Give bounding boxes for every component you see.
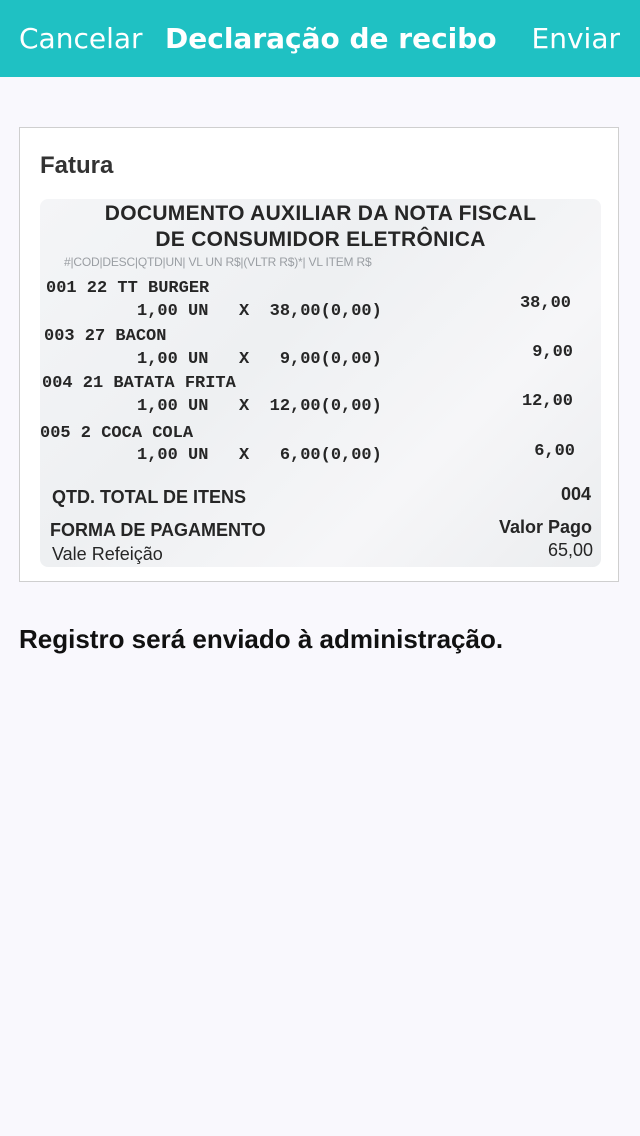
receipt-item-detail: 1,00 UN X 9,00(0,00) — [137, 350, 382, 369]
receipt-item-total: 9,00 — [532, 343, 573, 362]
receipt-header-line1: DOCUMENTO AUXILIAR DA NOTA FISCAL — [104, 202, 537, 225]
info-message: Registro será enviado à administração. — [19, 624, 504, 654]
receipt-qty-label: QTD. TOTAL DE ITENS — [52, 487, 247, 507]
receipt-header-line2: DE CONSUMIDOR ELETRÔNICA — [155, 228, 486, 251]
receipt-item-line: 003 27 BACON — [44, 327, 167, 346]
receipt-item-line: 005 2 COCA COLA — [40, 424, 194, 443]
receipt-item-line: 004 21 BATATA FRITA — [42, 374, 236, 393]
receipt-qty-value: 004 — [560, 484, 591, 504]
receipt-paid-label: Valor Pago — [498, 517, 592, 537]
invoice-card: Fatura DOCUMENTO AUXILIAR DA NOTA FISCAL… — [19, 127, 619, 582]
receipt-item-detail: 1,00 UN X 38,00(0,00) — [137, 302, 382, 321]
receipt-item-total: 6,00 — [534, 442, 575, 461]
receipt-item-line: 001 22 TT BURGER — [46, 279, 210, 298]
receipt-item-total: 38,00 — [519, 294, 571, 313]
receipt-item-detail: 1,00 UN X 12,00(0,00) — [137, 397, 382, 416]
receipt-payment-label: FORMA DE PAGAMENTO — [50, 520, 266, 540]
receipt-image[interactable]: DOCUMENTO AUXILIAR DA NOTA FISCAL DE CON… — [40, 199, 601, 567]
receipt-payment-method: Vale Refeição — [52, 544, 163, 564]
navigation-bar: Cancelar Declaração de recibo Enviar — [0, 0, 640, 77]
receipt-paid-value: 65,00 — [547, 540, 593, 560]
send-button[interactable]: Enviar — [532, 20, 620, 58]
cancel-button[interactable]: Cancelar — [19, 20, 143, 58]
receipt-item-detail: 1,00 UN X 6,00(0,00) — [137, 446, 382, 465]
invoice-title: Fatura — [40, 152, 114, 179]
page-title: Declaração de recibo — [165, 22, 497, 55]
receipt-column-header: #|COD|DESC|QTD|UN| VL UN R$|(VLTR R$)*| … — [64, 255, 372, 269]
receipt-item-total: 12,00 — [521, 392, 573, 411]
